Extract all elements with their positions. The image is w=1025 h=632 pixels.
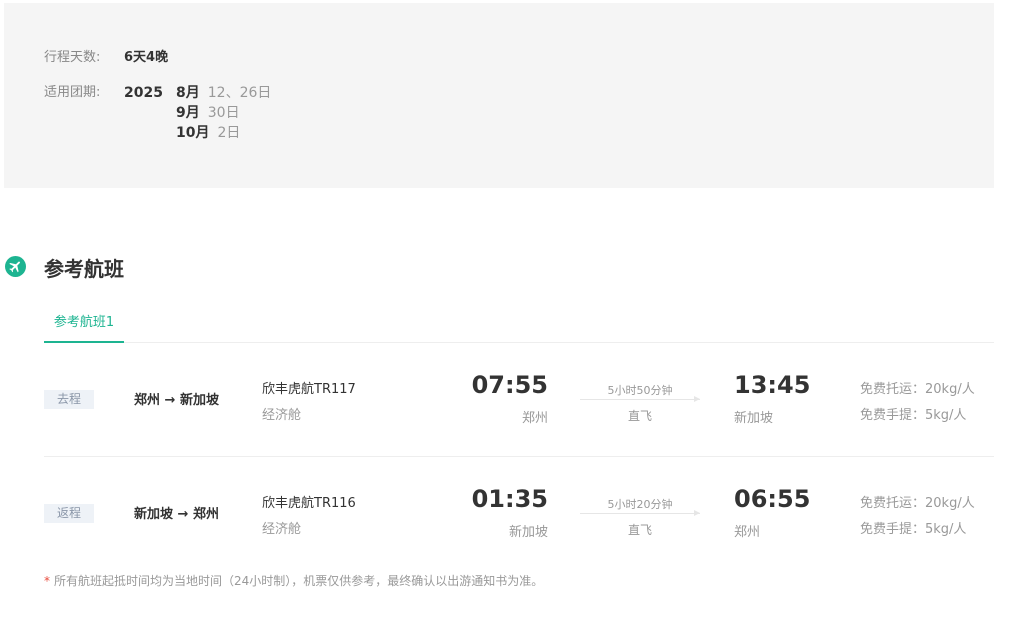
trip-days-label: 行程天数: (44, 50, 101, 65)
departure-month-line: 8月 12、26日 (176, 83, 271, 103)
trip-info-panel: 行程天数: 6天4晚 适用团期: 2025 8月 12、26日 9月 30日 10月… (4, 3, 994, 188)
flight-type: 直飞 (627, 409, 652, 423)
flight-route: 郑州 → 新加坡 (134, 393, 219, 408)
flight-duration: 5小时50分钟 (607, 384, 673, 397)
flight-note: * 所有航班起抵时间均为当地时间（24小时制），机票仅供参考，最终确认以出游通知书… (44, 572, 543, 589)
arrival-time: 13:45 (734, 371, 811, 399)
departure-month: 9月 (176, 105, 200, 121)
tab-reference-flight-1[interactable]: 参考航班1 (44, 312, 124, 343)
duration-arrow (580, 510, 700, 516)
direction-badge: 去程 (44, 390, 94, 409)
arrival-city: 郑州 (734, 525, 761, 540)
trip-days-value: 6天4晚 (124, 50, 169, 65)
departure-month-line: 10月 2日 (176, 123, 240, 143)
checked-baggage: 免费托运：20kg/人 (860, 382, 975, 397)
departure-month-line: 9月 30日 (176, 103, 240, 123)
arrival-time: 06:55 (734, 485, 811, 513)
carry-on-baggage: 免费手提：5kg/人 (860, 408, 967, 423)
departure-time: 07:55 (471, 371, 548, 399)
departure-days: 12、26日 (207, 85, 272, 101)
carry-on-baggage: 免费手提：5kg/人 (860, 522, 967, 537)
departure-month: 8月 (176, 85, 200, 101)
arrival-city: 新加坡 (734, 411, 774, 426)
flight-row-outbound: 去程 郑州 → 新加坡 欣丰虎航TR117 经济舱 07:55 郑州 5小时50… (44, 343, 994, 457)
flight-type: 直飞 (627, 523, 652, 537)
plane-icon (5, 256, 26, 277)
duration-arrow (580, 396, 700, 402)
section-title: 参考航班 (44, 257, 124, 281)
departure-year: 2025 (124, 85, 163, 101)
departure-dates-label: 适用团期: (44, 85, 101, 100)
flight-duration: 5小时20分钟 (607, 498, 673, 511)
flight-row-return: 返程 新加坡 → 郑州 欣丰虎航TR116 经济舱 01:35 新加坡 5小时2… (44, 457, 994, 571)
airline-flight-number: 欣丰虎航TR117 (262, 382, 356, 397)
departure-days: 30日 (207, 105, 240, 121)
departure-month: 10月 (176, 125, 210, 141)
flight-note-text: 所有航班起抵时间均为当地时间（24小时制），机票仅供参考，最终确认以出游通知书为… (54, 574, 544, 588)
checked-baggage: 免费托运：20kg/人 (860, 496, 975, 511)
flight-tab-bar: 参考航班1 (44, 312, 994, 343)
cabin-class: 经济舱 (262, 522, 302, 537)
departure-city: 新加坡 (508, 525, 548, 540)
departure-days: 2日 (217, 125, 241, 141)
direction-badge: 返程 (44, 504, 94, 523)
flight-route: 新加坡 → 郑州 (134, 507, 219, 522)
departure-time: 01:35 (471, 485, 548, 513)
required-star: * (44, 574, 50, 588)
cabin-class: 经济舱 (262, 408, 302, 423)
plane-icon-glyph (9, 261, 20, 273)
airline-flight-number: 欣丰虎航TR116 (262, 496, 356, 511)
departure-city: 郑州 (521, 411, 548, 426)
